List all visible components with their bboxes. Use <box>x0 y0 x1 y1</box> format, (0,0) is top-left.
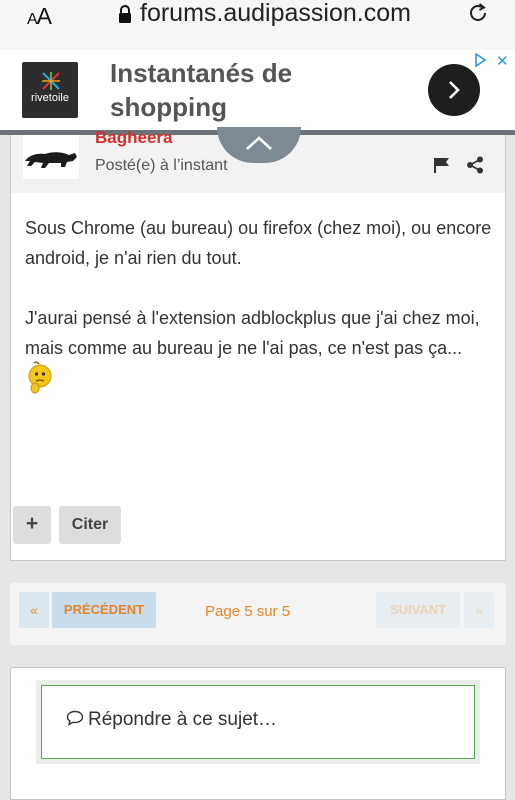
post-paragraph-text: J'aurai pensé à l'extension adblockplus … <box>25 308 480 358</box>
ad-close-icon[interactable]: ✕ <box>496 52 509 70</box>
ad-brand-logo[interactable]: rivetoile <box>22 62 78 118</box>
url-text[interactable]: forums.audipassion.com <box>140 0 411 28</box>
last-page-button: » <box>464 592 494 628</box>
forum-post: Bagheera Posté(e) à l’instant Sous Chrom… <box>10 127 506 561</box>
browser-address-bar[interactable]: AA forums.audipassion.com <box>0 0 515 50</box>
reply-editor[interactable]: Répondre à ce sujet… <box>41 685 475 759</box>
ad-banner[interactable]: rivetoile Instantanés de shopping ✕ <box>0 50 515 130</box>
avatar[interactable] <box>23 135 79 179</box>
flag-icon[interactable] <box>433 157 451 173</box>
chevron-up-icon <box>246 136 272 150</box>
share-icon[interactable] <box>466 156 484 174</box>
first-page-button[interactable]: « <box>19 592 49 628</box>
comment-bubble-icon <box>66 710 84 726</box>
ad-choices-icon[interactable] <box>473 53 487 67</box>
post-timestamp: Posté(e) à l’instant <box>95 157 228 174</box>
scroll-to-top-button[interactable] <box>217 127 301 163</box>
thinking-smiley-icon <box>28 361 52 394</box>
brand-mark-icon <box>42 72 60 90</box>
quote-button[interactable]: Citer <box>59 506 121 544</box>
reply-prompt[interactable]: Répondre à ce sujet… <box>66 709 277 731</box>
post-paragraph-with-emoji: J'aurai pensé à l'extension adblockplus … <box>25 303 495 397</box>
chevron-right-icon <box>449 81 460 99</box>
post-content: Sous Chrome (au bureau) ou firefox (chez… <box>25 213 495 427</box>
reply-prompt-text: Répondre à ce sujet… <box>88 709 278 730</box>
lock-icon <box>119 5 131 23</box>
page-indicator[interactable]: Page 5 sur 5 <box>205 603 290 620</box>
pagination: « PRÉCÉDENT Page 5 sur 5 SUIVANT » <box>10 583 506 645</box>
previous-page-button[interactable]: PRÉCÉDENT <box>52 592 156 628</box>
text-size-button[interactable]: AA <box>27 3 52 30</box>
ad-open-button[interactable] <box>428 64 480 116</box>
post-author[interactable]: Bagheera <box>95 128 172 148</box>
ad-brand-name: rivetoile <box>31 92 69 104</box>
reply-section: Répondre à ce sujet… <box>10 667 506 800</box>
reload-icon[interactable] <box>467 2 489 24</box>
panther-avatar-image <box>25 152 77 168</box>
multiquote-button[interactable]: + <box>13 506 51 544</box>
post-paragraph: Sous Chrome (au bureau) ou firefox (chez… <box>25 218 492 268</box>
ad-headline[interactable]: Instantanés de shopping <box>110 56 370 124</box>
next-page-button: SUIVANT <box>376 592 460 628</box>
post-header: Bagheera Posté(e) à l’instant <box>11 127 505 193</box>
